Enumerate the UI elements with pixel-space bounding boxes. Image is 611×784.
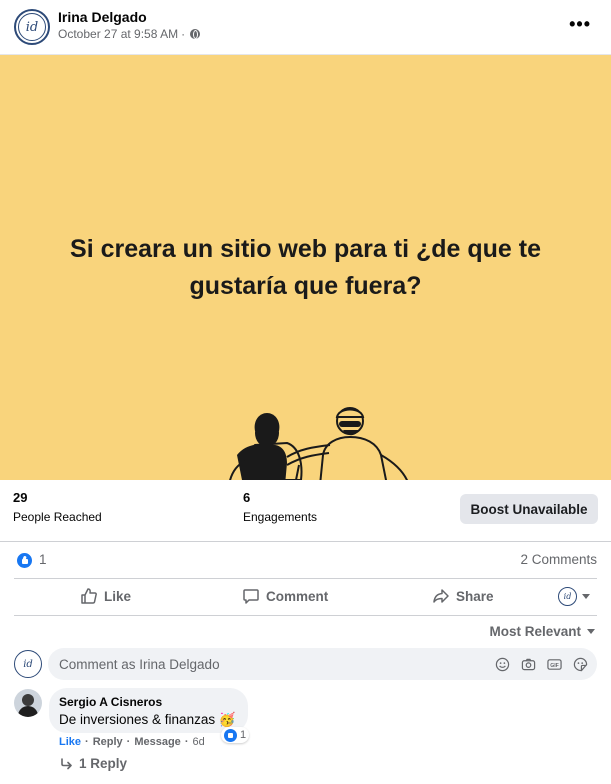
comment-reaction-count: 1 xyxy=(240,729,247,741)
people-reached-value: 29 xyxy=(13,490,28,505)
view-replies-label: 1 Reply xyxy=(79,756,128,771)
post-meta: October 27 at 9:58 AM · xyxy=(58,27,201,41)
chevron-down-icon[interactable] xyxy=(582,594,590,599)
comment-bubble: Sergio A Cisneros De inversiones & finan… xyxy=(49,688,248,733)
sticker-icon[interactable] xyxy=(572,656,588,672)
share-button-label: Share xyxy=(456,588,494,604)
comment-text: De inversiones & finanzas 🥳 xyxy=(59,712,236,727)
emoji-icon[interactable] xyxy=(494,656,510,672)
post-header: id Irina Delgado October 27 at 9:58 AM ·… xyxy=(0,0,611,54)
comment-input[interactable] xyxy=(59,648,479,680)
comment-like-link[interactable]: Like xyxy=(59,736,81,748)
commenter-avatar[interactable] xyxy=(14,689,42,717)
comments-count-link[interactable]: 2 Comments xyxy=(520,552,597,567)
camera-icon[interactable] xyxy=(520,656,536,672)
post-image-text-line1: Si creara un sitio web para ti ¿de que t… xyxy=(70,235,541,263)
gif-icon[interactable]: GIF xyxy=(546,656,562,672)
comment-button-label: Comment xyxy=(266,588,329,604)
composer-icons: GIF xyxy=(494,656,588,672)
svg-text:GIF: GIF xyxy=(550,662,559,668)
thumbs-up-icon xyxy=(81,588,97,604)
author-avatar[interactable]: id xyxy=(14,9,50,45)
comment-time[interactable]: 6d xyxy=(192,736,204,748)
facebook-post: id Irina Delgado October 27 at 9:58 AM ·… xyxy=(0,0,611,784)
post-as-avatar[interactable]: id xyxy=(558,587,577,606)
engagements-stat: 6 Engagements xyxy=(243,490,317,524)
reaction-summary: 1 2 Comments xyxy=(14,543,597,579)
reaction-count[interactable]: 1 xyxy=(39,552,47,567)
people-reached-label: People Reached xyxy=(13,510,102,524)
share-button[interactable]: Share xyxy=(432,587,494,605)
like-button-label: Like xyxy=(104,588,132,604)
more-options-icon[interactable]: ••• xyxy=(569,14,591,35)
post-insights: 29 People Reached 6 Engagements Boost Un… xyxy=(0,480,611,542)
comment-bubble-icon xyxy=(243,589,259,604)
chevron-down-icon xyxy=(587,629,595,634)
boost-unavailable-button[interactable]: Boost Unavailable xyxy=(460,494,598,524)
like-reaction-icon xyxy=(224,728,237,742)
share-arrow-icon xyxy=(433,589,449,603)
post-timestamp[interactable]: October 27 at 9:58 AM xyxy=(58,27,178,41)
comment-reply-link[interactable]: Reply xyxy=(93,736,123,748)
engagements-value: 6 xyxy=(243,490,251,505)
like-button[interactable]: Like xyxy=(80,587,131,605)
post-action-bar: Like Comment Share id xyxy=(14,580,597,616)
comment-button[interactable]: Comment xyxy=(242,587,328,605)
engagements-label: Engagements xyxy=(243,510,318,524)
like-reaction-icon[interactable] xyxy=(16,552,33,569)
people-reached-stat: 29 People Reached xyxy=(13,490,102,524)
comment-actions: Like · Reply · Message · 6d xyxy=(59,736,205,748)
post-image-text-line2: gustaría que fuera? xyxy=(189,272,422,300)
commenter-name[interactable]: Sergio A Cisneros xyxy=(59,695,236,709)
comment-sort-dropdown[interactable]: Most Relevant xyxy=(489,624,595,639)
composer-avatar[interactable]: id xyxy=(14,650,42,678)
post-image-text: Si creara un sitio web para ti ¿de que t… xyxy=(40,231,571,305)
post-image[interactable]: Si creara un sitio web para ti ¿de que t… xyxy=(0,54,611,480)
author-avatar-initials: id xyxy=(18,13,46,41)
comment-sort-label: Most Relevant xyxy=(489,624,581,639)
comment-message-link[interactable]: Message xyxy=(134,736,180,748)
comment-composer: GIF xyxy=(48,648,597,680)
globe-icon xyxy=(190,29,201,39)
reply-arrow-icon xyxy=(61,757,72,769)
comment-reaction-badge[interactable]: 1 xyxy=(221,727,250,743)
view-replies-link[interactable]: 1 Reply xyxy=(60,756,127,771)
author-name[interactable]: Irina Delgado xyxy=(58,9,147,25)
people-illustration xyxy=(229,407,409,480)
meta-separator: · xyxy=(181,27,186,41)
